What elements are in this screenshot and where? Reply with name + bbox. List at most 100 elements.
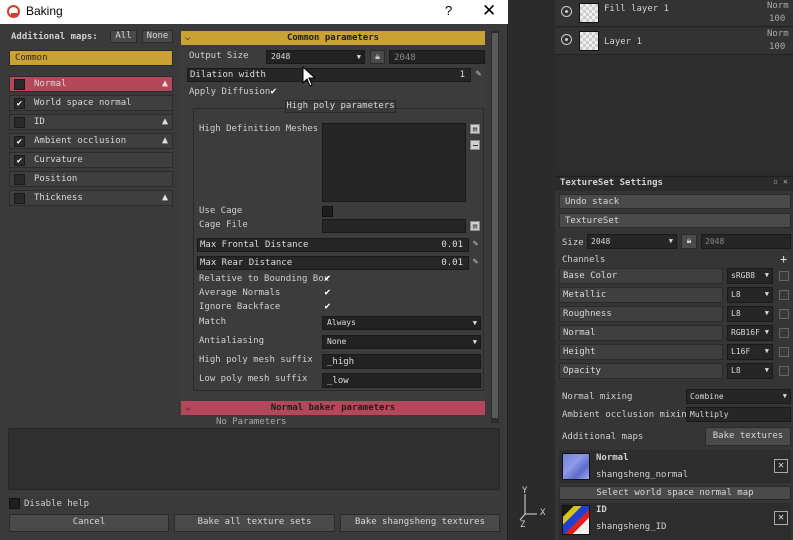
layer-row[interactable]: Layer 1 Norm 100 [555, 28, 793, 55]
map-checkbox[interactable] [14, 174, 25, 185]
remove-channel-icon[interactable] [779, 366, 789, 376]
layer-row[interactable]: Fill layer 1 Norm 100 [555, 0, 793, 27]
high-poly-params-header: High poly parameters [285, 100, 396, 113]
bake-all-texture-sets-button[interactable]: Bake all texture sets [174, 514, 335, 532]
select-no-maps-button[interactable]: None [142, 30, 173, 43]
low-suffix-input[interactable]: _low [322, 373, 481, 388]
textureset-button[interactable]: TextureSet [559, 213, 791, 228]
match-select[interactable]: Always ▼ [322, 316, 481, 330]
add-file-icon[interactable]: ▤ [470, 124, 480, 134]
channel-format: sRGB8 [731, 271, 756, 280]
dropdown-arrow-icon: ▼ [356, 53, 361, 61]
max-rear-distance-slider[interactable]: Max Rear Distance 0.01 [197, 256, 469, 270]
remove-channel-icon[interactable] [779, 347, 789, 357]
layer-opacity[interactable]: 100 [769, 14, 785, 24]
ao-mixing-select[interactable]: Multiply [686, 407, 791, 422]
normal-mixing-select[interactable]: Combine ▼ [686, 389, 791, 404]
layer-blend-mode[interactable]: Norm [767, 29, 789, 39]
map-item[interactable]: ✔ Ambient occlusion ▲ [9, 133, 173, 149]
remove-channel-icon[interactable] [779, 290, 789, 300]
map-item[interactable]: ✔ Curvature [9, 152, 173, 168]
cage-file-field[interactable] [322, 219, 466, 233]
map-item[interactable]: ID ▲ [9, 114, 173, 130]
map-checkbox[interactable] [14, 193, 25, 204]
use-cage-checkbox[interactable] [322, 206, 333, 217]
dropdown-arrow-icon: ▼ [668, 237, 673, 245]
clear-normal-map-button[interactable]: ✕ [774, 459, 788, 473]
help-question-button[interactable]: ? [445, 3, 452, 18]
max-frontal-distance-slider[interactable]: Max Frontal Distance 0.01 [197, 238, 469, 252]
common-params-header[interactable]: ⌵ Common parameters [181, 31, 485, 45]
normal-baker-header[interactable]: ⌵ Normal baker parameters [181, 401, 485, 415]
apply-diffusion-checkbox[interactable]: ✔ [268, 86, 279, 97]
map-checkbox[interactable]: ✔ [14, 136, 25, 147]
clear-id-map-button[interactable]: ✕ [774, 511, 788, 525]
common-map-item[interactable]: Common [9, 50, 173, 66]
scrollbar-thumb[interactable] [492, 33, 498, 418]
channel-format-select[interactable]: sRGB8 ▼ [727, 268, 773, 284]
pencil-icon[interactable]: ✎ [470, 239, 481, 250]
map-checkbox[interactable] [14, 117, 25, 128]
dropdown-arrow-icon: ▼ [764, 347, 769, 355]
bake-textures-button[interactable]: Bake textures [705, 427, 791, 446]
size-label: Size [562, 238, 584, 248]
channel-format-select[interactable]: L8 ▼ [727, 363, 773, 379]
max-rear-value: 0.01 [441, 258, 463, 268]
remove-channel-icon[interactable] [779, 328, 789, 338]
lock-icon[interactable]: 🔒︎ [681, 234, 697, 249]
map-checkbox[interactable]: ✔ [14, 98, 25, 109]
map-item-label: Thickness [34, 193, 83, 203]
browse-file-icon[interactable]: ▤ [470, 221, 480, 231]
map-item[interactable]: Position [9, 171, 173, 187]
disable-help-checkbox[interactable] [9, 498, 20, 509]
close-dialog-button[interactable]: ✕ [482, 1, 496, 21]
dropdown-arrow-icon: ▼ [472, 338, 477, 346]
id-map-slot[interactable] [559, 503, 791, 540]
average-normals-checkbox[interactable]: ✔ [322, 287, 333, 298]
visibility-eye-icon[interactable] [561, 34, 572, 45]
normal-mixing-label: Normal mixing [562, 392, 633, 402]
undo-stack-button[interactable]: Undo stack [559, 194, 791, 209]
pencil-icon[interactable]: ✎ [473, 69, 484, 80]
high-suffix-input[interactable]: _high [322, 354, 481, 369]
id-map-thumbnail [562, 505, 590, 535]
size-select[interactable]: 2048 ▼ [587, 234, 677, 249]
layer-blend-mode[interactable]: Norm [767, 1, 789, 11]
layer-opacity[interactable]: 100 [769, 42, 785, 52]
visibility-eye-icon[interactable] [561, 6, 572, 17]
select-world-space-normal-button[interactable]: Select world space normal map [559, 486, 791, 500]
remove-channel-icon[interactable] [779, 309, 789, 319]
params-scrollbar[interactable] [491, 31, 499, 423]
map-item[interactable]: Normal ▲ [9, 76, 173, 92]
antialiasing-select[interactable]: None ▼ [322, 335, 481, 349]
output-size-select[interactable]: 2048 ▼ [266, 50, 365, 64]
ignore-backface-checkbox[interactable]: ✔ [322, 301, 333, 312]
help-text-area [8, 428, 500, 490]
bake-shangsheng-textures-button[interactable]: Bake shangsheng textures [340, 514, 500, 532]
dropdown-arrow-icon: ▼ [764, 328, 769, 336]
add-channel-icon[interactable]: + [780, 252, 787, 266]
antialiasing-value: None [327, 337, 347, 346]
dropdown-arrow-icon: ▼ [764, 290, 769, 298]
select-all-maps-button[interactable]: All [110, 30, 137, 43]
textureset-settings-title: TextureSet Settings [560, 178, 663, 188]
pencil-icon[interactable]: ✎ [470, 257, 481, 268]
dilation-width-slider[interactable]: Dilation width 1 [187, 68, 471, 82]
channel-format-select[interactable]: L8 ▼ [727, 287, 773, 303]
remove-channel-icon[interactable] [779, 271, 789, 281]
hd-meshes-list[interactable] [322, 123, 466, 202]
float-panel-icon[interactable]: ▫ [773, 177, 778, 186]
map-checkbox[interactable]: ✔ [14, 155, 25, 166]
channel-format-select[interactable]: L16F ▼ [727, 344, 773, 360]
map-item[interactable]: ✔ World space normal [9, 95, 173, 111]
channel-format-select[interactable]: RGB16F ▼ [727, 325, 773, 341]
cancel-button[interactable]: Cancel [9, 514, 169, 532]
map-checkbox[interactable] [14, 79, 25, 90]
layer-name: Fill layer 1 [604, 4, 670, 14]
close-panel-icon[interactable]: ✕ [783, 177, 788, 186]
channel-format-select[interactable]: L8 ▼ [727, 306, 773, 322]
relative-bbox-checkbox[interactable]: ✔ [322, 273, 333, 284]
lock-icon[interactable]: 🔒︎ [370, 50, 385, 64]
map-item[interactable]: Thickness ▲ [9, 190, 173, 206]
remove-mesh-icon[interactable] [470, 140, 480, 150]
